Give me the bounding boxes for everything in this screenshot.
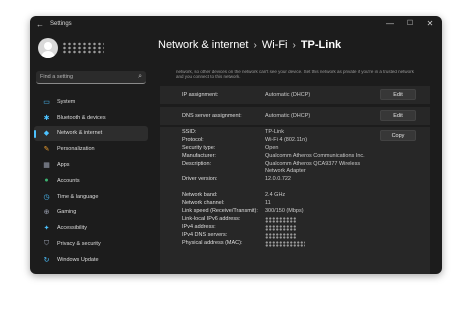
edit-ip-button[interactable]: Edit — [380, 89, 416, 100]
property-label: IPv4 DNS servers: — [182, 232, 228, 238]
ip-assignment-label: IP assignment: — [182, 92, 219, 98]
property-value: 11 — [265, 200, 271, 206]
avatar-body — [41, 51, 55, 58]
controller-icon: ⊕ — [43, 209, 50, 217]
sidebar-item-label: System — [57, 98, 76, 105]
sidebar-item-label: Time & language — [57, 193, 99, 200]
sidebar-item-apps[interactable]: ▦ Apps — [34, 157, 148, 173]
sidebar-item-label: Windows Update — [57, 256, 99, 263]
dns-assignment-label: DNS server assignment: — [182, 113, 242, 119]
sidebar-item-system[interactable]: ▭ System — [34, 94, 148, 110]
property-value: Qualcomm Atheros Communications Inc. — [265, 153, 365, 159]
sidebar-item-label: Bluetooth & devices — [57, 114, 106, 121]
property-label: IPv4 address: — [182, 224, 216, 230]
back-arrow-icon[interactable]: ← — [36, 20, 44, 29]
maximize-button[interactable]: ☐ — [404, 19, 416, 27]
network-profile-description: network, so other devices on the network… — [176, 70, 414, 79]
sidebar-item-time-language[interactable]: ◷ Time & language — [34, 189, 148, 205]
avatar[interactable] — [38, 38, 58, 58]
property-value: Wi-Fi 4 (802.11n) — [265, 137, 308, 143]
dns-assignment-value: Automatic (DHCP) — [265, 113, 311, 119]
settings-window: ← Settings — ☐ ✕ Find a setting ⌕ ▭ Syste… — [30, 16, 442, 274]
breadcrumb: Network & internet › Wi-Fi › TP-Link — [158, 39, 341, 51]
property-label: Manufacturer: — [182, 153, 216, 159]
property-label: Network band: — [182, 192, 218, 198]
property-label: Security type: — [182, 145, 216, 151]
sidebar-item-network-internet[interactable]: ◆ Network & internet — [34, 125, 148, 142]
search-icon: ⌕ — [138, 73, 142, 80]
sidebar-item-accounts[interactable]: ● Accounts — [34, 173, 148, 189]
shield-icon: ⛉ — [43, 240, 50, 248]
sidebar-item-gaming[interactable]: ⊕ Gaming — [34, 205, 148, 221]
system-icon: ▭ — [43, 98, 50, 106]
ip-assignment-value: Automatic (DHCP) — [265, 92, 311, 98]
apps-icon: ▦ — [43, 162, 50, 170]
property-label: Physical address (MAC): — [182, 240, 243, 246]
edit-dns-button[interactable]: Edit — [380, 110, 416, 121]
app-title: Settings — [50, 21, 72, 27]
breadcrumb-separator: › — [292, 40, 296, 51]
property-label: Network channel: — [182, 200, 225, 206]
sidebar-item-bluetooth-devices[interactable]: ✱ Bluetooth & devices — [34, 110, 148, 126]
sidebar-item-accessibility[interactable]: ✦ Accessibility — [34, 220, 148, 236]
copy-button[interactable]: Copy — [380, 130, 416, 141]
breadcrumb-network-internet[interactable]: Network & internet — [158, 39, 248, 51]
property-label: Protocol: — [182, 137, 204, 143]
dns-assignment-card: DNS server assignment: Automatic (DHCP) … — [160, 107, 430, 125]
property-value: 12.0.0.722 — [265, 176, 291, 182]
property-label: Link speed (Receive/Transmit): — [182, 208, 258, 214]
sidebar-item-label: Gaming — [57, 209, 77, 216]
breadcrumb-separator: › — [253, 40, 257, 51]
redacted-value — [265, 240, 305, 247]
breadcrumb-wifi[interactable]: Wi-Fi — [262, 39, 288, 51]
bluetooth-icon: ✱ — [43, 114, 50, 122]
avatar-head — [44, 42, 52, 50]
person-icon: ● — [44, 177, 49, 185]
redacted-value — [265, 224, 297, 231]
property-value: 2.4 GHz — [265, 192, 286, 198]
breadcrumb-tplink: TP-Link — [300, 39, 342, 51]
sidebar-item-privacy-security[interactable]: ⛉ Privacy & security — [34, 236, 148, 252]
network-properties-panel: network, so other devices on the network… — [160, 70, 430, 274]
property-label: Description: — [182, 161, 212, 167]
globe-icon: ◷ — [43, 193, 50, 201]
wifi-icon: ◆ — [43, 130, 50, 138]
update-icon: ↻ — [43, 256, 50, 264]
property-label: SSID: — [182, 129, 197, 135]
search-input[interactable]: Find a setting ⌕ — [36, 71, 146, 84]
minimize-button[interactable]: — — [384, 19, 396, 28]
sidebar-item-label: Apps — [57, 162, 70, 169]
redacted-value — [265, 232, 297, 239]
user-name-redacted — [62, 42, 104, 54]
sidebar-item-label: Network & internet — [57, 130, 103, 137]
ip-assignment-card: IP assignment: Automatic (DHCP) Edit — [160, 86, 430, 104]
sidebar-item-windows-update[interactable]: ↻ Windows Update — [34, 252, 148, 268]
property-label: Driver version: — [182, 176, 218, 182]
property-label: Link-local IPv6 address: — [182, 216, 241, 222]
property-value-line2: Network Adapter — [265, 167, 306, 174]
sidebar-item-label: Accounts — [57, 177, 80, 184]
brush-icon: ✎ — [43, 146, 50, 154]
property-value: Open — [265, 145, 279, 151]
sidebar-item-personalization[interactable]: ✎ Personalization — [34, 141, 148, 157]
search-placeholder: Find a setting — [40, 74, 74, 80]
redacted-value — [265, 216, 297, 223]
sidebar-item-label: Personalization — [57, 146, 95, 153]
sidebar-item-label: Privacy & security — [57, 241, 101, 248]
close-button[interactable]: ✕ — [424, 19, 436, 28]
sidebar-nav: ▭ System ✱ Bluetooth & devices ◆ Network & in… — [34, 94, 148, 268]
title-bar: ← Settings — ☐ ✕ — [30, 16, 442, 34]
properties-card: Copy SSID: TP-Link Protocol: Wi-Fi 4 (802.1… — [160, 127, 430, 274]
accessibility-icon: ✦ — [43, 225, 50, 233]
property-value: TP-Link — [265, 129, 284, 135]
sidebar-item-label: Accessibility — [57, 225, 87, 232]
property-value: 300/150 (Mbps) — [265, 208, 304, 214]
